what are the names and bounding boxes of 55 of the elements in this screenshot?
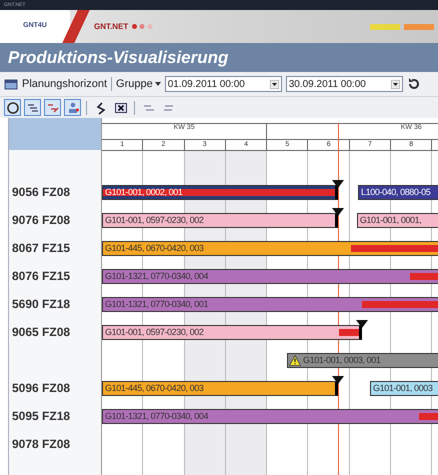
task-bar[interactable]: G101-001, 0003, 001 [287, 353, 438, 368]
dots-icon [132, 24, 154, 29]
milestone-marker [332, 376, 344, 384]
task-bar[interactable]: G101-1321, 0770-0340, 001 [102, 297, 438, 312]
page-title: Produktions-Visualisierung [8, 46, 228, 69]
row-label: 9076 FZ08 [12, 212, 70, 229]
task-label: G101-001, 0003 [372, 384, 432, 393]
row-label: 5095 FZ18 [12, 408, 70, 425]
task-bar[interactable]: G101-001, 0597-0230, 002 [102, 325, 362, 340]
calendar-icon [4, 78, 18, 90]
task-label: G101-1321, 0770-0340, 004 [104, 272, 208, 281]
task-label: G101-001, 0003, 001 [302, 356, 380, 365]
row-label: 9078 FZ08 [12, 436, 70, 453]
task-label: G101-001, 0597-0230, 002 [104, 328, 204, 337]
from-date-field[interactable]: 01.09.2011 00:00 [164, 76, 282, 92]
milestone-marker [332, 208, 344, 216]
task-label: G101-001, 0002, 001 [104, 188, 182, 197]
task-bar[interactable]: G101-1321, 0770-0340, 004 [102, 269, 438, 284]
row-label: 5690 FZ18 [12, 296, 70, 313]
task-bar[interactable]: L100-040, 0880-05 [358, 185, 438, 200]
task-bar[interactable]: G101-001, 0001, [356, 213, 438, 228]
task-bar[interactable]: G101-001, 0597-0230, 002 [102, 213, 338, 228]
task-label: G101-445, 0670-0420, 003 [104, 244, 204, 253]
person-pin-tool[interactable] [64, 99, 81, 116]
task-bar[interactable]: G101-001, 0002, 001 [102, 185, 338, 200]
planning-horizon-button[interactable]: Planungshorizont [4, 76, 108, 92]
milestone-marker [332, 180, 344, 188]
task-label: L100-040, 0880-05 [360, 188, 430, 197]
link-arrow-tool[interactable] [44, 99, 61, 116]
row-label: 9065 FZ08 [12, 324, 70, 341]
milestone-marker [356, 320, 368, 328]
overdue-strip [338, 329, 360, 336]
to-date-field[interactable]: 30.09.2011 00:00 [286, 76, 403, 92]
task-bar[interactable]: G101-445, 0670-0420, 003 [102, 381, 338, 396]
caret-icon [154, 82, 161, 86]
refresh-icon[interactable] [406, 77, 421, 91]
dropdown-icon [390, 80, 400, 88]
row-label: 5096 FZ08 [12, 380, 70, 397]
task-label: G101-445, 0670-0420, 003 [104, 384, 204, 393]
delete-box-icon [114, 100, 128, 114]
row-label: 8076 FZ15 [12, 268, 70, 285]
dropdown-icon [270, 80, 279, 88]
task-label: G101-001, 0001, [358, 216, 422, 225]
brand-text: GNT.NET [94, 20, 128, 32]
task-bar[interactable]: G101-445, 0670-0420, 003 [102, 241, 438, 256]
group-dropdown[interactable]: Gruppe [116, 76, 161, 92]
indent-tool[interactable] [24, 99, 41, 116]
task-label: G101-1321, 0770-0340, 004 [104, 412, 208, 421]
row-label: 9056 FZ08 [12, 184, 70, 201]
task-bar[interactable]: G101-1321, 0770-0340, 004 [102, 409, 438, 424]
warning-icon [289, 355, 302, 366]
row-label: 8067 FZ15 [12, 240, 70, 257]
task-bar[interactable]: G101-001, 0003 [370, 381, 438, 396]
task-label: G101-001, 0597-0230, 002 [104, 216, 204, 225]
task-label: G101-1321, 0770-0340, 001 [104, 300, 208, 309]
